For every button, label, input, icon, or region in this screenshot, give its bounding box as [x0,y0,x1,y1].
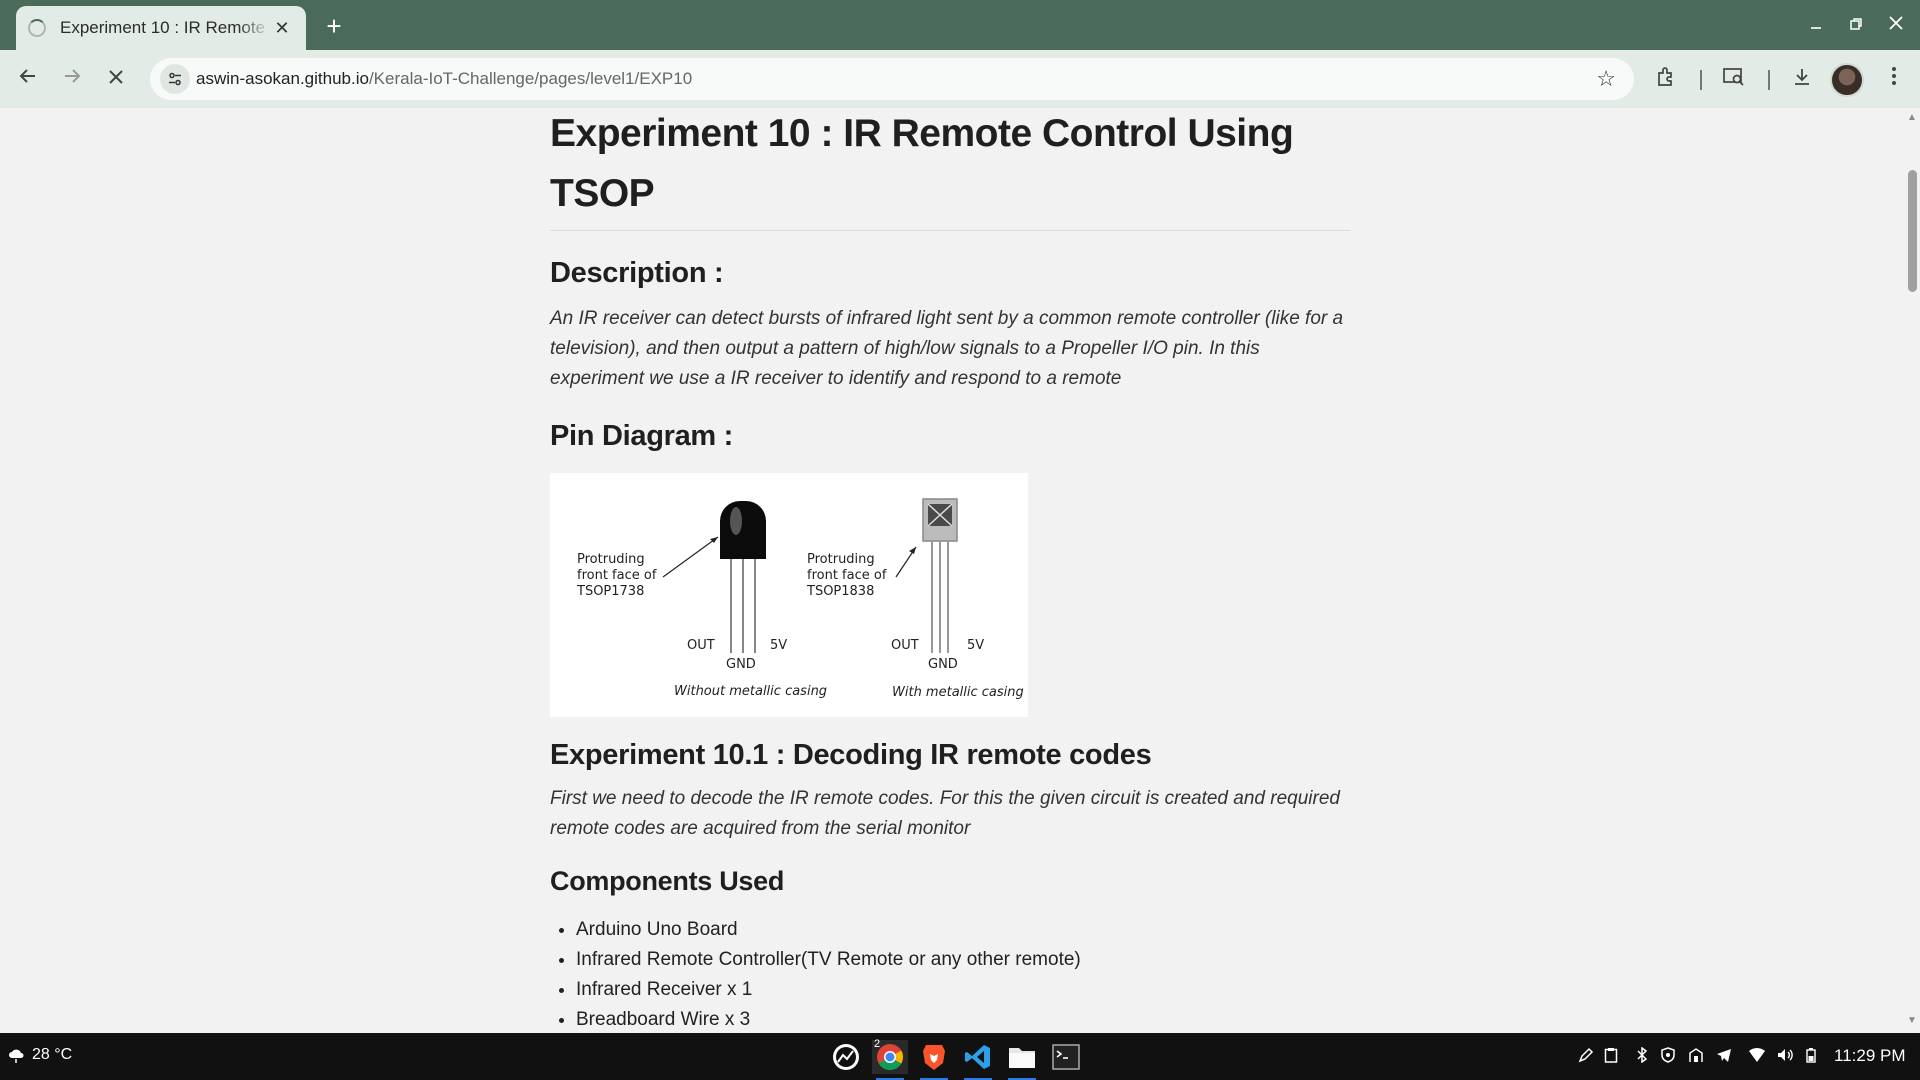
figure-label: front face of [577,568,657,583]
minimize-icon[interactable] [1796,10,1836,40]
pin-label-5v: 5V [770,638,787,653]
components-list: Arduino Uno Board Infrared Remote Contro… [550,915,1350,1033]
extensions-icon[interactable] [1652,66,1680,94]
scroll-up-arrow-icon[interactable]: ▲ [1907,112,1917,123]
wifi-icon[interactable] [1748,1047,1766,1067]
list-item: Infrared Receiver x 1 [576,975,1350,1005]
toolbar-divider [1768,70,1770,90]
bluetooth-icon[interactable] [1636,1046,1648,1067]
list-item: Breadboard Wire x 3 [576,1005,1350,1033]
stop-loading-icon[interactable] [100,63,132,95]
clock[interactable]: 11:29 PM [1834,1046,1906,1066]
url-host: aswin-asokan.github.io [196,69,369,88]
pointer-arrow-left [662,536,719,578]
scroll-down-arrow-icon[interactable]: ▼ [1907,1015,1917,1026]
tab-strip: Experiment 10 : IR Remote Control Using … [0,0,1920,50]
menu-kebab-icon[interactable] [1880,66,1908,94]
page-title: Experiment 10 : IR Remote Control Using … [550,108,1350,231]
new-tab-button[interactable]: + [318,10,350,42]
pin-label-gnd: GND [928,657,958,672]
pin-label-gnd: GND [726,657,756,672]
forward-arrow-icon[interactable] [56,63,88,95]
restore-icon[interactable] [1836,10,1876,40]
clipboard-icon[interactable] [1604,1047,1618,1067]
figure-label: Protruding [807,552,875,567]
weather-temperature: 28 °C [32,1046,73,1063]
chrome-window-count: 2 [874,1038,881,1050]
figure-caption: Without metallic casing [674,684,827,699]
profile-avatar[interactable] [1830,63,1864,97]
weather-widget[interactable]: 28 °C [8,1046,72,1064]
brave-app-icon[interactable] [916,1040,952,1080]
telegram-icon[interactable] [1716,1047,1732,1067]
loading-spinner-icon [28,19,46,37]
figure-caption: With metallic casing [892,685,1024,700]
description-text: An IR receiver can detect bursts of infr… [550,308,1344,389]
experiment-heading: Experiment 10.1 : Decoding IR remote cod… [550,739,1152,771]
article-content: Experiment 10 : IR Remote Control Using … [550,108,1350,1033]
tab-close-icon[interactable]: ✕ [270,18,294,39]
back-arrow-icon[interactable] [12,63,44,95]
page-viewport: Experiment 10 : IR Remote Control Using … [0,108,1904,1033]
network-share-icon[interactable] [1688,1047,1704,1067]
description-heading: Description : [550,257,724,289]
tab-title: Experiment 10 : IR Remote Control Using … [60,18,270,37]
pin-diagram-image: Protruding front face of TSOP1738 OUT GN… [550,473,1028,717]
url-text[interactable]: aswin-asokan.github.io/Kerala-IoT-Challe… [196,69,692,89]
vertical-scrollbar[interactable]: ▲ ▼ [1904,108,1920,1033]
system-monitor-app-icon[interactable] [828,1040,864,1074]
pin-label-out: OUT [891,638,919,653]
browser-toolbar: aswin-asokan.github.io/Kerala-IoT-Challe… [0,50,1920,108]
url-path: /Kerala-IoT-Challenge/pages/level1/EXP10 [368,69,693,88]
figure-label: TSOP1738 [576,584,644,599]
pen-icon[interactable] [1578,1047,1594,1067]
figure-label: front face of [807,568,887,583]
chrome-app-icon[interactable]: 2 [872,1038,908,1080]
pin-diagram-heading: Pin Diagram : [550,420,734,452]
file-manager-app-icon[interactable] [1004,1040,1040,1080]
site-info-icon[interactable] [160,64,190,94]
components-heading: Components Used [550,866,785,896]
pin-label-5v: 5V [967,638,984,653]
active-tab[interactable]: Experiment 10 : IR Remote Control Using … [16,6,306,50]
download-icon[interactable] [1788,66,1816,94]
toolbar-divider [1700,70,1702,90]
vpn-shield-icon[interactable] [1660,1047,1676,1067]
figure-label: Protruding [577,552,645,567]
figure-label: TSOP1838 [806,584,874,599]
pin-label-out: OUT [687,638,715,653]
taskbar: 28 °C 2 11:29 PM [0,1033,1920,1080]
volume-icon[interactable] [1776,1047,1794,1067]
weather-cloud-icon [9,1049,24,1063]
terminal-app-icon[interactable] [1048,1040,1084,1074]
list-item: Arduino Uno Board [576,915,1350,945]
battery-icon[interactable] [1806,1047,1816,1067]
experiment-text: First we need to decode the IR remote co… [550,788,1340,839]
scrollbar-thumb[interactable] [1908,170,1917,292]
close-window-icon[interactable] [1876,10,1916,40]
address-bar[interactable]: aswin-asokan.github.io/Kerala-IoT-Challe… [150,58,1634,100]
bookmark-star-icon[interactable]: ☆ [1596,66,1616,92]
cast-search-icon[interactable] [1720,66,1748,94]
vscode-app-icon[interactable] [960,1040,996,1080]
list-item: Infrared Remote Controller(TV Remote or … [576,945,1350,975]
